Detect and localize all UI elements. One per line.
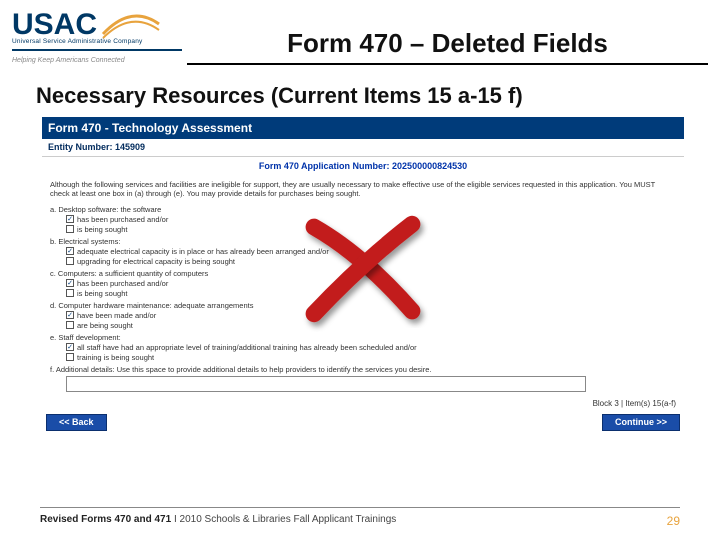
item-a-1: has been purchased and/or — [77, 215, 168, 224]
form-body: Although the following services and faci… — [42, 180, 684, 392]
form-header: Form 470 - Technology Assessment — [42, 117, 684, 139]
header: USAC Universal Service Administrative Co… — [0, 0, 720, 65]
footer: Revised Forms 470 and 471 I 2010 Schools… — [0, 507, 720, 528]
checkbox-icon — [66, 289, 74, 297]
item-b-1: adequate electrical capacity is in place… — [77, 247, 329, 256]
intro-text: Although the following services and faci… — [50, 180, 676, 199]
page-title: Form 470 – Deleted Fields — [187, 28, 708, 59]
application-number: Form 470 Application Number: 20250000082… — [42, 157, 684, 180]
checkbox-icon — [66, 225, 74, 233]
page-number: 29 — [667, 514, 680, 528]
section-heading: Necessary Resources (Current Items 15 a-… — [36, 83, 690, 109]
logo-rule — [12, 49, 182, 51]
checkbox-icon — [66, 353, 74, 361]
continue-button: Continue >> — [602, 414, 680, 431]
item-c-1: has been purchased and/or — [77, 279, 168, 288]
section: Necessary Resources (Current Items 15 a-… — [0, 65, 720, 435]
checkbox-icon: ✓ — [66, 215, 74, 223]
item-b-label: b. Electrical systems: — [50, 237, 676, 246]
item-b-2: upgrading for electrical capacity is bei… — [77, 257, 235, 266]
checkbox-icon: ✓ — [66, 343, 74, 351]
title-block: Form 470 – Deleted Fields — [187, 10, 708, 65]
block-label: Block 3 | Item(s) 15(a-f) — [42, 395, 684, 413]
nav-row: << Back Continue >> — [42, 412, 684, 435]
form-screenshot: Form 470 - Technology Assessment Entity … — [42, 117, 684, 435]
item-e-2: training is being sought — [77, 353, 154, 362]
item-d-label: d. Computer hardware maintenance: adequa… — [50, 301, 676, 310]
checkbox-icon: ✓ — [66, 311, 74, 319]
logo-main: USAC — [12, 10, 97, 40]
item-d-1: have been made and/or — [77, 311, 156, 320]
item-e-1: all staff have had an appropriate level … — [77, 343, 417, 352]
checkbox-icon: ✓ — [66, 279, 74, 287]
additional-details-input — [66, 376, 586, 392]
item-c-2: is being sought — [77, 289, 127, 298]
checkbox-icon: ✓ — [66, 247, 74, 255]
footer-left: Revised Forms 470 and 471 I 2010 Schools… — [40, 514, 396, 528]
item-d-2: are being sought — [77, 321, 133, 330]
item-c-label: c. Computers: a sufficient quantity of c… — [50, 269, 676, 278]
logo-tagline: Helping Keep Americans Connected — [12, 57, 187, 64]
checkbox-icon — [66, 321, 74, 329]
item-a-label: a. Desktop software: the software — [50, 205, 676, 214]
item-f-label: f. Additional details: Use this space to… — [50, 365, 676, 374]
item-e-label: e. Staff development: — [50, 333, 676, 342]
checkbox-icon — [66, 257, 74, 265]
footer-rest: I 2010 Schools & Libraries Fall Applican… — [171, 514, 396, 525]
entity-number: Entity Number: 145909 — [42, 139, 684, 157]
footer-rule — [40, 507, 680, 508]
footer-bold: Revised Forms 470 and 471 — [40, 514, 171, 525]
back-button: << Back — [46, 414, 107, 431]
title-rule — [187, 63, 708, 65]
logo-block: USAC Universal Service Administrative Co… — [12, 10, 187, 64]
item-a-2: is being sought — [77, 225, 127, 234]
arc-icon — [101, 10, 161, 40]
